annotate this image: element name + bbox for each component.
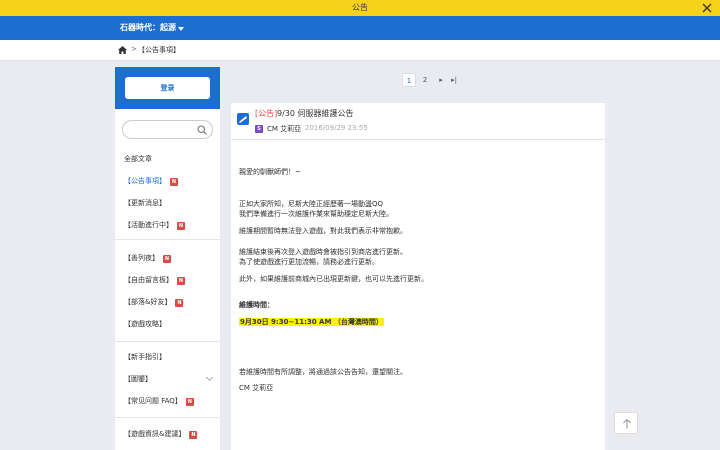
article-header: [公告] 9/30 伺服器維護公告 S CM 艾莉亞 2016/09/29 23…	[231, 103, 605, 140]
divider	[115, 239, 220, 240]
article-line: 若維護時間有所調整，將通過該公告告知，還望關注。	[239, 368, 407, 376]
close-icon[interactable]	[700, 1, 714, 15]
new-badge: N	[177, 222, 185, 230]
article-date: 2016/09/29 23:55	[305, 124, 368, 132]
sidebar-item-events[interactable]: 【活動進行中】 N	[124, 220, 185, 230]
back-to-top-button[interactable]	[614, 412, 638, 434]
new-badge: N	[189, 431, 198, 439]
page-2[interactable]: 2	[418, 73, 432, 87]
sidebar-item-tribe-friends[interactable]: 【部落&好友】 N	[124, 297, 184, 307]
sidebar-item-guides[interactable]: 【遊戲攻略】	[124, 319, 166, 329]
article-line: 親愛的馴獸師們！~	[239, 168, 301, 176]
breadcrumb: > 【公告事項】	[0, 40, 720, 61]
login-button[interactable]: 登录	[125, 77, 210, 99]
sidebar-item-night[interactable]: 【善列夜】 N	[124, 253, 171, 263]
divider	[115, 417, 220, 418]
new-badge: N	[163, 255, 171, 263]
article-signature: CM 艾莉亞	[239, 384, 274, 392]
article-line: 此外，如果維護前商城內已出現更新鍵，也可以先進行更新。	[239, 275, 428, 283]
game-selector-label[interactable]: 石器時代：起源	[120, 22, 176, 33]
divider	[115, 341, 220, 342]
new-badge: N	[170, 178, 178, 186]
breadcrumb-current[interactable]: 【公告事項】	[138, 45, 180, 55]
maintenance-time-value: 9月30日 9:30~11:30 AM （台灣澳時間）	[239, 318, 384, 326]
search-input[interactable]	[122, 120, 213, 139]
new-badge: N	[175, 299, 184, 307]
article-line: 我們準備進行一次維護作業來幫助穩定尼斯大陸。	[239, 210, 393, 218]
article-author[interactable]: CM 艾莉亞	[267, 124, 301, 134]
chevron-down-icon[interactable]	[205, 373, 214, 382]
login-panel: 登录	[115, 67, 220, 109]
sidebar-item-free-board[interactable]: 【自由留言板】 N	[124, 275, 185, 285]
new-badge: N	[177, 277, 185, 285]
breadcrumb-separator: >	[131, 45, 137, 53]
article-line: 正如大家所知，尼斯大陸正經歷著一場動盪QQ	[239, 200, 384, 208]
app-header: 石器時代：起源	[0, 16, 720, 40]
maintenance-time-heading: 維護時間：	[239, 301, 274, 309]
arrow-up-icon	[623, 418, 631, 429]
last-page-icon[interactable]: ▸|	[447, 73, 461, 87]
article-tag: [公告]	[255, 109, 278, 118]
game-logo-icon	[237, 113, 249, 125]
sidebar-item-codex[interactable]: 【圖鑒】	[124, 374, 152, 384]
article-line: 維護期間暫時無法登入遊戲，對此我們表示非常抱歉。	[239, 227, 407, 235]
search-icon[interactable]	[197, 125, 207, 135]
sidebar-item-updates[interactable]: 【更新消息】	[124, 198, 166, 208]
window-titlebar: 公告	[0, 0, 720, 16]
article-title: 9/30 伺服器維護公告	[277, 109, 354, 118]
page-1[interactable]: 1	[402, 73, 416, 87]
sidebar-item-beginner[interactable]: 【新手指引】	[124, 352, 166, 362]
sidebar-item-feedback[interactable]: 【遊戲資訊&建議】 N	[124, 429, 198, 439]
article-line: 維護結束後再次登入遊戲時會被指引到商店進行更新。	[239, 248, 407, 256]
next-page-icon[interactable]: ▸	[434, 73, 448, 87]
sidebar-item-all[interactable]: 全部文章	[124, 154, 152, 164]
author-badge: S	[255, 125, 263, 133]
sidebar: 登录 全部文章 【公告事項】 N 【更新消息】 【活動進行中】 N 【善列夜】 N 【…	[115, 67, 220, 450]
article-card: [公告] 9/30 伺服器維護公告 S CM 艾莉亞 2016/09/29 23…	[231, 103, 605, 450]
home-icon[interactable]	[118, 46, 127, 54]
chevron-down-icon[interactable]	[178, 27, 184, 31]
sidebar-item-announcements[interactable]: 【公告事項】 N	[124, 176, 178, 186]
new-badge: N	[185, 398, 194, 406]
article-line: 為了使遊戲進行更加流暢，請務必進行更新。	[239, 258, 379, 266]
window-title: 公告	[352, 3, 368, 12]
sidebar-item-faq[interactable]: 【常见问题 FAQ】 N	[124, 396, 194, 406]
